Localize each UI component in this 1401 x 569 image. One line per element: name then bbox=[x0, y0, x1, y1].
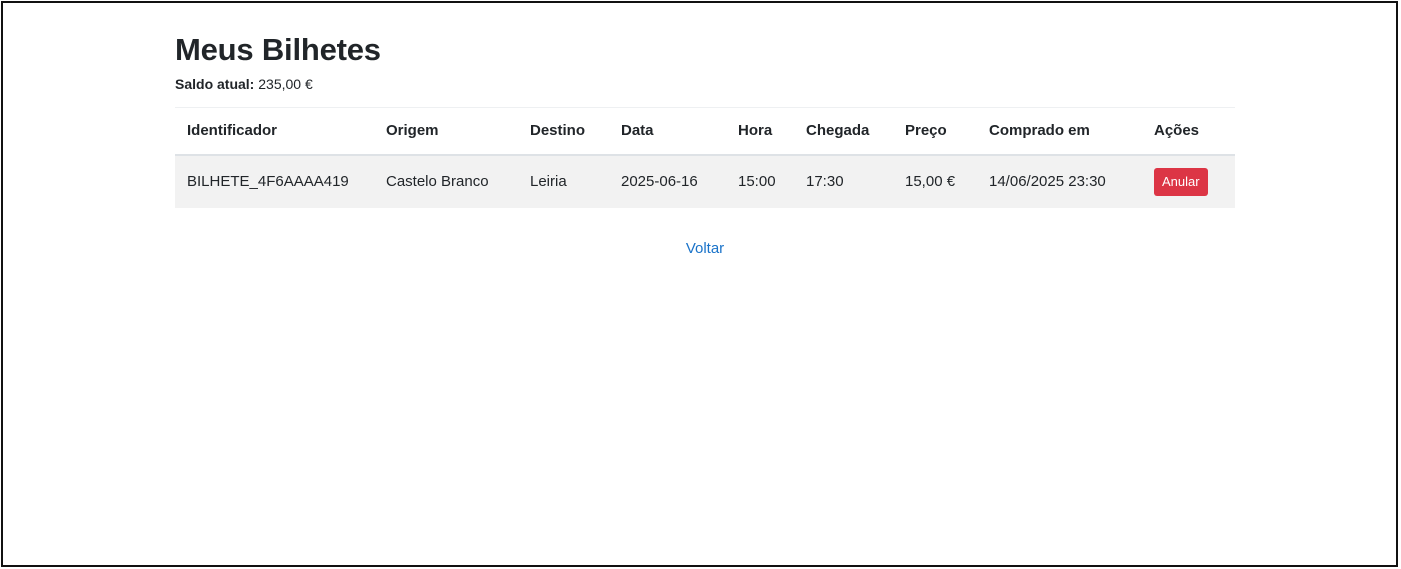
header-identificador: Identificador bbox=[175, 107, 374, 156]
table-header-row: Identificador Origem Destino Data Hora C… bbox=[175, 107, 1235, 156]
header-preco: Preço bbox=[893, 107, 977, 156]
balance-value: 235,00 € bbox=[258, 76, 313, 93]
tickets-table: Identificador Origem Destino Data Hora C… bbox=[175, 107, 1235, 208]
header-origem: Origem bbox=[374, 107, 518, 156]
cell-chegada: 17:30 bbox=[794, 154, 893, 208]
header-data: Data bbox=[609, 107, 726, 156]
header-destino: Destino bbox=[518, 107, 609, 156]
table-row: BILHETE_4F6AAAA419 Castelo Branco Leiria… bbox=[175, 154, 1235, 208]
cell-hora: 15:00 bbox=[726, 154, 794, 208]
cell-origem: Castelo Branco bbox=[374, 154, 518, 208]
balance-label: Saldo atual: bbox=[175, 76, 255, 93]
header-acoes: Ações bbox=[1142, 107, 1235, 156]
header-hora: Hora bbox=[726, 107, 794, 156]
cell-comprado-em: 14/06/2025 23:30 bbox=[977, 154, 1142, 208]
back-link[interactable]: Voltar bbox=[686, 240, 724, 257]
header-comprado-em: Comprado em bbox=[977, 107, 1142, 156]
cell-acoes: Anular bbox=[1142, 154, 1235, 208]
cell-preco: 15,00 € bbox=[893, 154, 977, 208]
cell-destino: Leiria bbox=[518, 154, 609, 208]
cell-data: 2025-06-16 bbox=[609, 154, 726, 208]
cell-identificador: BILHETE_4F6AAAA419 bbox=[175, 154, 374, 208]
cancel-ticket-button[interactable]: Anular bbox=[1154, 167, 1208, 196]
page-frame: Meus Bilhetes Saldo atual: 235,00 € Iden… bbox=[1, 1, 1398, 567]
back-link-wrapper: Voltar bbox=[175, 240, 1235, 257]
main-container: Meus Bilhetes Saldo atual: 235,00 € Iden… bbox=[175, 31, 1235, 257]
header-chegada: Chegada bbox=[794, 107, 893, 156]
page-title: Meus Bilhetes bbox=[175, 32, 381, 67]
balance-line: Saldo atual: 235,00 € bbox=[175, 74, 1235, 94]
